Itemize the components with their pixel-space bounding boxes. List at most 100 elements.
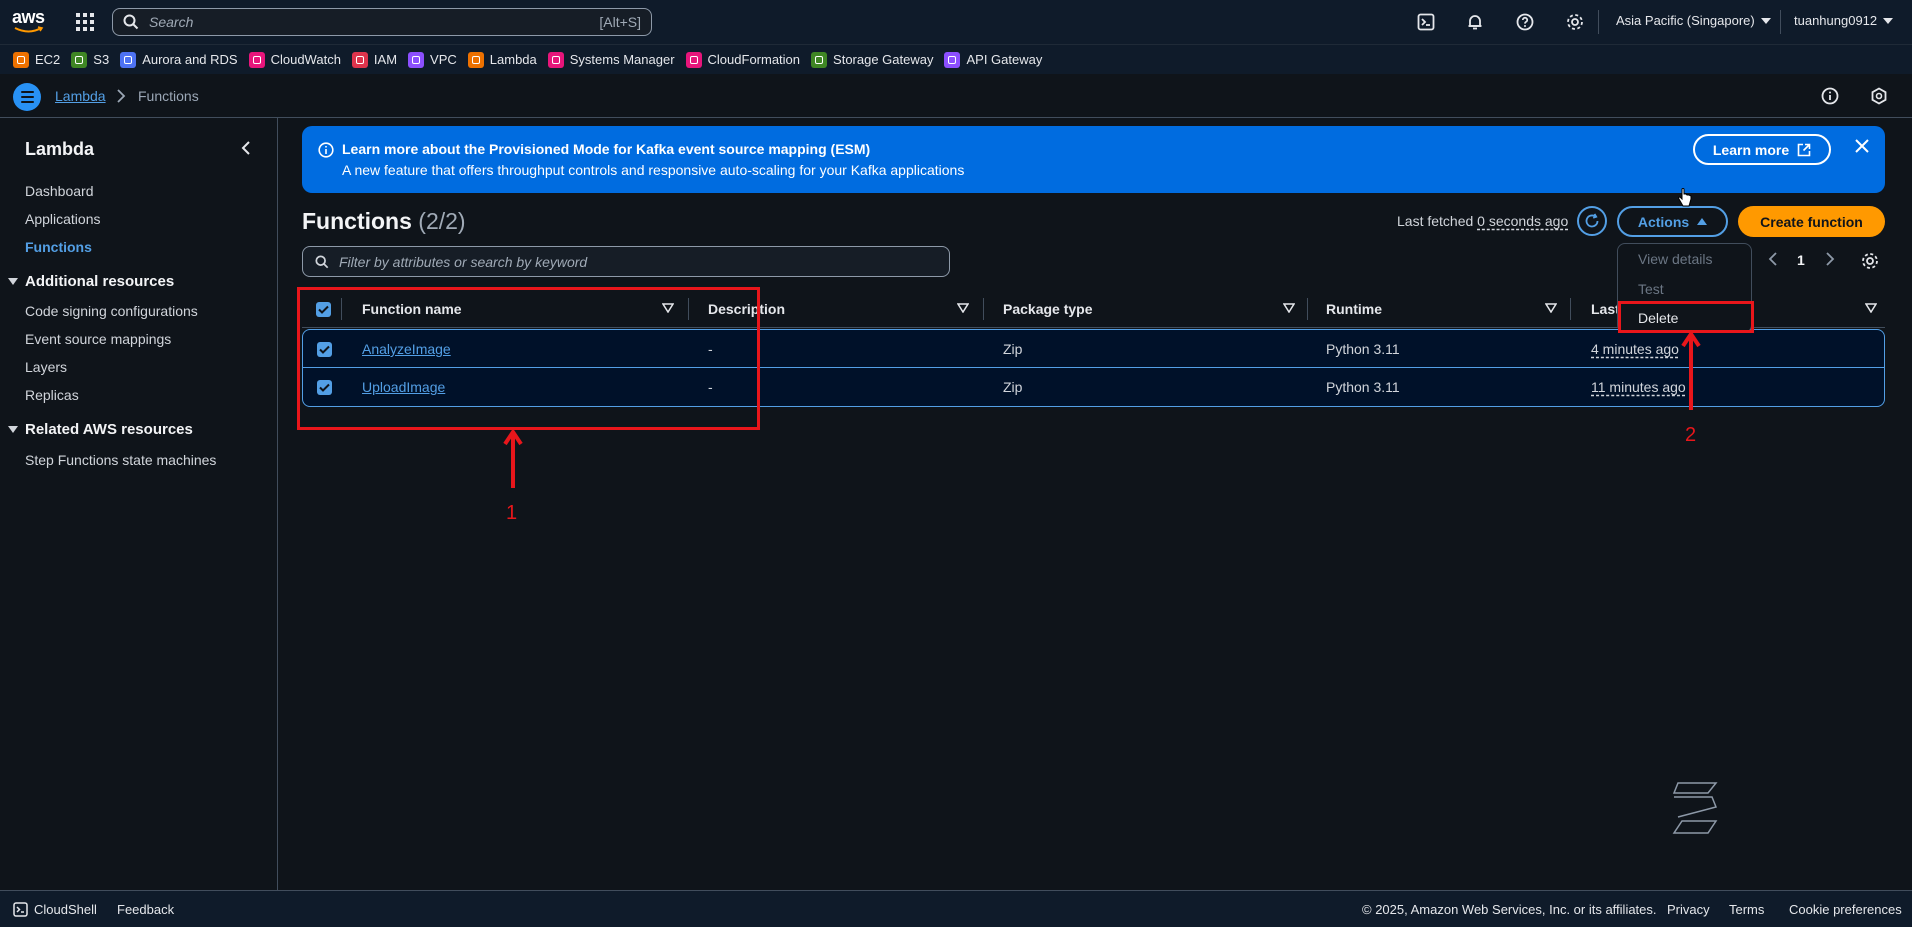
favorite-label: Systems Manager	[569, 52, 675, 67]
breadcrumb-lambda-link[interactable]: Lambda	[55, 88, 106, 104]
aws-logo[interactable]: aws	[12, 8, 46, 36]
annotation-box-1	[297, 287, 760, 430]
favorite-label: S3	[93, 52, 110, 67]
account-menu[interactable]: tuanhung0912	[1794, 13, 1894, 28]
learn-more-button[interactable]: Learn more	[1693, 134, 1831, 165]
service-icon	[13, 51, 29, 68]
favorite-label: Aurora and RDS	[142, 52, 238, 67]
account-name: tuanhung0912	[1794, 13, 1878, 28]
terms-link[interactable]: Terms	[1729, 902, 1764, 917]
favorite-s3[interactable]: S3	[71, 51, 110, 68]
chevron-left-icon[interactable]	[240, 140, 252, 156]
favorite-lambda[interactable]: Lambda	[467, 51, 537, 68]
menu-toggle-icon[interactable]	[13, 83, 41, 111]
favorite-storage-gateway[interactable]: Storage Gateway	[811, 51, 934, 68]
sidebar-item-functions[interactable]: Functions	[25, 239, 92, 255]
info-banner: Learn more about the Provisioned Mode fo…	[302, 126, 1885, 193]
info-icon[interactable]	[1821, 87, 1839, 105]
create-function-button[interactable]: Create function	[1738, 206, 1885, 237]
favorite-api-gateway[interactable]: API Gateway	[944, 51, 1043, 68]
caret-down-icon	[8, 278, 18, 285]
sidebar-item-step-functions[interactable]: Step Functions state machines	[25, 452, 216, 468]
last-fetched-value: 0 seconds ago	[1477, 213, 1569, 229]
sidebar-item-applications[interactable]: Applications	[25, 211, 101, 227]
close-icon[interactable]	[1855, 139, 1869, 153]
favorite-cloudwatch[interactable]: CloudWatch	[248, 51, 341, 68]
external-link-icon	[1797, 143, 1811, 156]
services-grid-icon[interactable]	[76, 13, 94, 31]
banner-title: Learn more about the Provisioned Mode fo…	[342, 141, 871, 157]
function-package-type: Zip	[1003, 341, 1023, 357]
feedback-link[interactable]: Feedback	[117, 902, 174, 917]
hexagon-settings-icon[interactable]	[1870, 87, 1888, 105]
decorative-logo-mark	[1672, 782, 1718, 834]
search-input[interactable]: Search [Alt+S]	[112, 8, 652, 36]
last-fetched-label: Last fetched	[1397, 213, 1474, 229]
annotation-box-2	[1618, 301, 1754, 333]
sidebar-item-replicas[interactable]: Replicas	[25, 387, 79, 403]
learn-more-label: Learn more	[1712, 141, 1790, 158]
column-header-last-modified[interactable]: Last	[1591, 301, 1620, 317]
favorite-aurora-and-rds[interactable]: Aurora and RDS	[120, 51, 238, 68]
function-last-modified: 4 minutes ago	[1591, 341, 1679, 357]
region-selector[interactable]: Asia Pacific (Singapore)	[1616, 13, 1771, 28]
refresh-icon	[1585, 213, 1599, 228]
favorite-cloudformation[interactable]: CloudFormation	[685, 51, 800, 68]
preferences-gear-icon[interactable]	[1861, 252, 1879, 270]
filter-input[interactable]: Filter by attributes or search by keywor…	[302, 246, 950, 277]
help-icon[interactable]	[1515, 12, 1535, 32]
function-count: (2/2)	[418, 208, 466, 234]
favorite-vpc[interactable]: VPC	[408, 51, 457, 68]
nav-divider	[1598, 10, 1599, 34]
column-header-runtime[interactable]: Runtime	[1326, 301, 1382, 317]
sort-icon[interactable]	[1865, 303, 1877, 313]
favorite-iam[interactable]: IAM	[351, 51, 398, 68]
sort-icon[interactable]	[1283, 303, 1295, 313]
cloudshell-link[interactable]: CloudShell	[34, 902, 97, 917]
last-fetched: Last fetched 0 seconds ago	[1397, 213, 1568, 229]
info-icon	[318, 142, 334, 158]
settings-gear-icon[interactable]	[1565, 12, 1585, 32]
refresh-button[interactable]	[1577, 206, 1607, 236]
actions-button[interactable]: Actions	[1617, 206, 1728, 237]
sidebar-item-event-source-mappings[interactable]: Event source mappings	[25, 331, 171, 347]
sidebar-section-related-aws[interactable]: Related AWS resources	[8, 421, 193, 438]
favorite-label: API Gateway	[966, 52, 1043, 67]
function-package-type: Zip	[1003, 379, 1023, 395]
chevron-right-icon[interactable]	[1825, 252, 1835, 266]
sidebar-item-dashboard[interactable]: Dashboard	[25, 183, 94, 199]
page-title-text: Functions	[302, 208, 412, 234]
cloudshell-icon[interactable]	[13, 902, 28, 917]
cookie-preferences-link[interactable]: Cookie preferences	[1789, 902, 1902, 917]
favorite-label: IAM	[373, 52, 398, 67]
function-last-modified: 11 minutes ago	[1591, 379, 1686, 395]
annotation-arrow-up-2	[1681, 332, 1701, 410]
page-number[interactable]: 1	[1797, 252, 1805, 268]
sort-icon[interactable]	[957, 303, 969, 313]
chevron-left-icon[interactable]	[1768, 252, 1778, 266]
annotation-label-2: 2	[1685, 424, 1697, 446]
nav-divider	[1780, 10, 1781, 34]
sidebar: Lambda Dashboard Applications Functions …	[0, 118, 278, 890]
sidebar-section-additional-resources[interactable]: Additional resources	[8, 273, 174, 290]
favorite-systems-manager[interactable]: Systems Manager	[547, 51, 675, 68]
privacy-link[interactable]: Privacy	[1667, 902, 1710, 917]
search-icon	[123, 14, 139, 30]
service-icon	[351, 51, 368, 68]
sidebar-item-layers[interactable]: Layers	[25, 359, 67, 375]
cloudshell-icon[interactable]	[1416, 12, 1436, 32]
sidebar-section-title: Additional resources	[25, 273, 175, 290]
caret-up-icon	[1697, 218, 1708, 225]
column-header-package-type[interactable]: Package type	[1003, 301, 1093, 317]
actions-label: Actions	[1637, 213, 1690, 230]
function-runtime: Python 3.11	[1326, 341, 1400, 357]
sort-icon[interactable]	[1545, 303, 1557, 313]
service-icon	[408, 51, 425, 68]
bell-icon[interactable]	[1465, 12, 1485, 32]
favorites-bar: EC2 S3 Aurora and RDS CloudWatch IAM VPC Lambd…	[0, 44, 1912, 74]
favorite-label: Storage Gateway	[833, 52, 934, 67]
copyright-text: © 2025, Amazon Web Services, Inc. or its…	[1362, 902, 1657, 917]
sidebar-item-code-signing[interactable]: Code signing configurations	[25, 303, 198, 319]
service-icon	[685, 51, 702, 68]
favorite-ec2[interactable]: EC2	[13, 51, 60, 68]
